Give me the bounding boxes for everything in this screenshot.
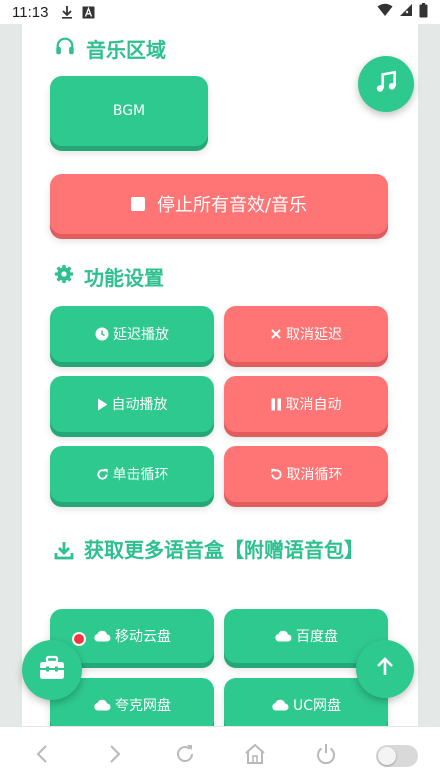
headphones-icon — [54, 35, 76, 62]
redo-icon — [96, 468, 109, 481]
bottom-nav-bar — [0, 726, 440, 784]
bgm-button[interactable]: BGM — [50, 76, 208, 146]
cancel-auto-button[interactable]: 取消自动 — [224, 376, 388, 432]
scroll-top-button[interactable] — [356, 640, 414, 698]
power-button[interactable] — [303, 733, 349, 779]
back-button[interactable] — [20, 733, 66, 779]
home-button[interactable] — [232, 733, 278, 779]
delay-play-label: 延迟播放 — [113, 327, 169, 343]
cloud-icon — [274, 630, 292, 642]
status-time: 11:13 — [12, 3, 49, 21]
music-section-label: 音乐区域 — [86, 38, 166, 62]
auto-play-label: 自动播放 — [111, 397, 168, 413]
forward-icon — [103, 743, 125, 769]
signal-icon — [399, 3, 413, 21]
music-note-button[interactable] — [358, 56, 414, 112]
close-icon — [270, 328, 282, 340]
stop-all-button[interactable]: 停止所有音效/音乐 — [50, 174, 388, 234]
cancel-delay-label: 取消延迟 — [286, 327, 342, 343]
settings-section-label: 功能设置 — [84, 266, 164, 290]
status-bar: 11:13 — [0, 0, 440, 24]
toggle-switch[interactable] — [375, 744, 418, 767]
play-icon — [97, 398, 108, 411]
home-icon — [243, 742, 267, 770]
power-icon — [314, 742, 338, 770]
gear-icon — [54, 264, 74, 289]
arrow-up-icon — [373, 655, 397, 683]
music-section-title: 音乐区域 — [54, 34, 166, 63]
back-icon — [32, 743, 54, 769]
delay-play-button[interactable]: 延迟播放 — [50, 306, 214, 362]
font-app-icon — [82, 6, 95, 19]
toggle-button[interactable] — [374, 733, 420, 779]
music-note-icon — [373, 69, 399, 99]
mobile-cloud-label: 移动云盘 — [115, 629, 171, 645]
clock-icon — [95, 327, 109, 341]
download-section-label: 获取更多语音盒【附赠语音包】 — [84, 538, 364, 562]
undo-icon — [270, 468, 283, 481]
download-icon — [54, 537, 74, 569]
bgm-label: BGM — [112, 103, 146, 119]
forward-button[interactable] — [91, 733, 137, 779]
toolbox-button[interactable] — [22, 640, 82, 700]
cancel-loop-button[interactable]: 取消循环 — [224, 446, 388, 502]
quark-pan-label: 夸克网盘 — [115, 698, 171, 714]
download-icon — [60, 5, 74, 19]
download-section-title: 获取更多语音盒【附赠语音包】 — [54, 534, 384, 569]
baidu-pan-label: 百度盘 — [296, 629, 338, 645]
stop-all-label: 停止所有音效/音乐 — [156, 195, 308, 216]
cloud-icon — [93, 699, 111, 711]
cancel-auto-label: 取消自动 — [285, 397, 342, 413]
auto-play-button[interactable]: 自动播放 — [50, 376, 214, 432]
cancel-delay-button[interactable]: 取消延迟 — [224, 306, 388, 362]
single-loop-button[interactable]: 单击循环 — [50, 446, 214, 502]
uc-pan-label: UC网盘 — [292, 698, 342, 714]
wifi-icon — [377, 3, 393, 21]
pause-icon — [271, 398, 282, 411]
cloud-icon — [271, 699, 289, 711]
cloud-icon — [93, 630, 111, 642]
stop-square-icon — [130, 197, 145, 211]
refresh-button[interactable] — [162, 733, 208, 779]
main-card: 音乐区域 BGM 停止所有音效/音乐 功能设置 延迟播放 取消延迟 自动播放 取… — [22, 24, 418, 726]
notification-badge — [72, 632, 86, 646]
battery-icon — [419, 2, 428, 22]
toolbox-icon — [38, 655, 66, 685]
toggle-knob — [377, 746, 396, 765]
refresh-icon — [173, 742, 197, 770]
cancel-loop-label: 取消循环 — [286, 467, 343, 483]
settings-section-title: 功能设置 — [54, 262, 164, 291]
single-loop-label: 单击循环 — [112, 467, 169, 483]
